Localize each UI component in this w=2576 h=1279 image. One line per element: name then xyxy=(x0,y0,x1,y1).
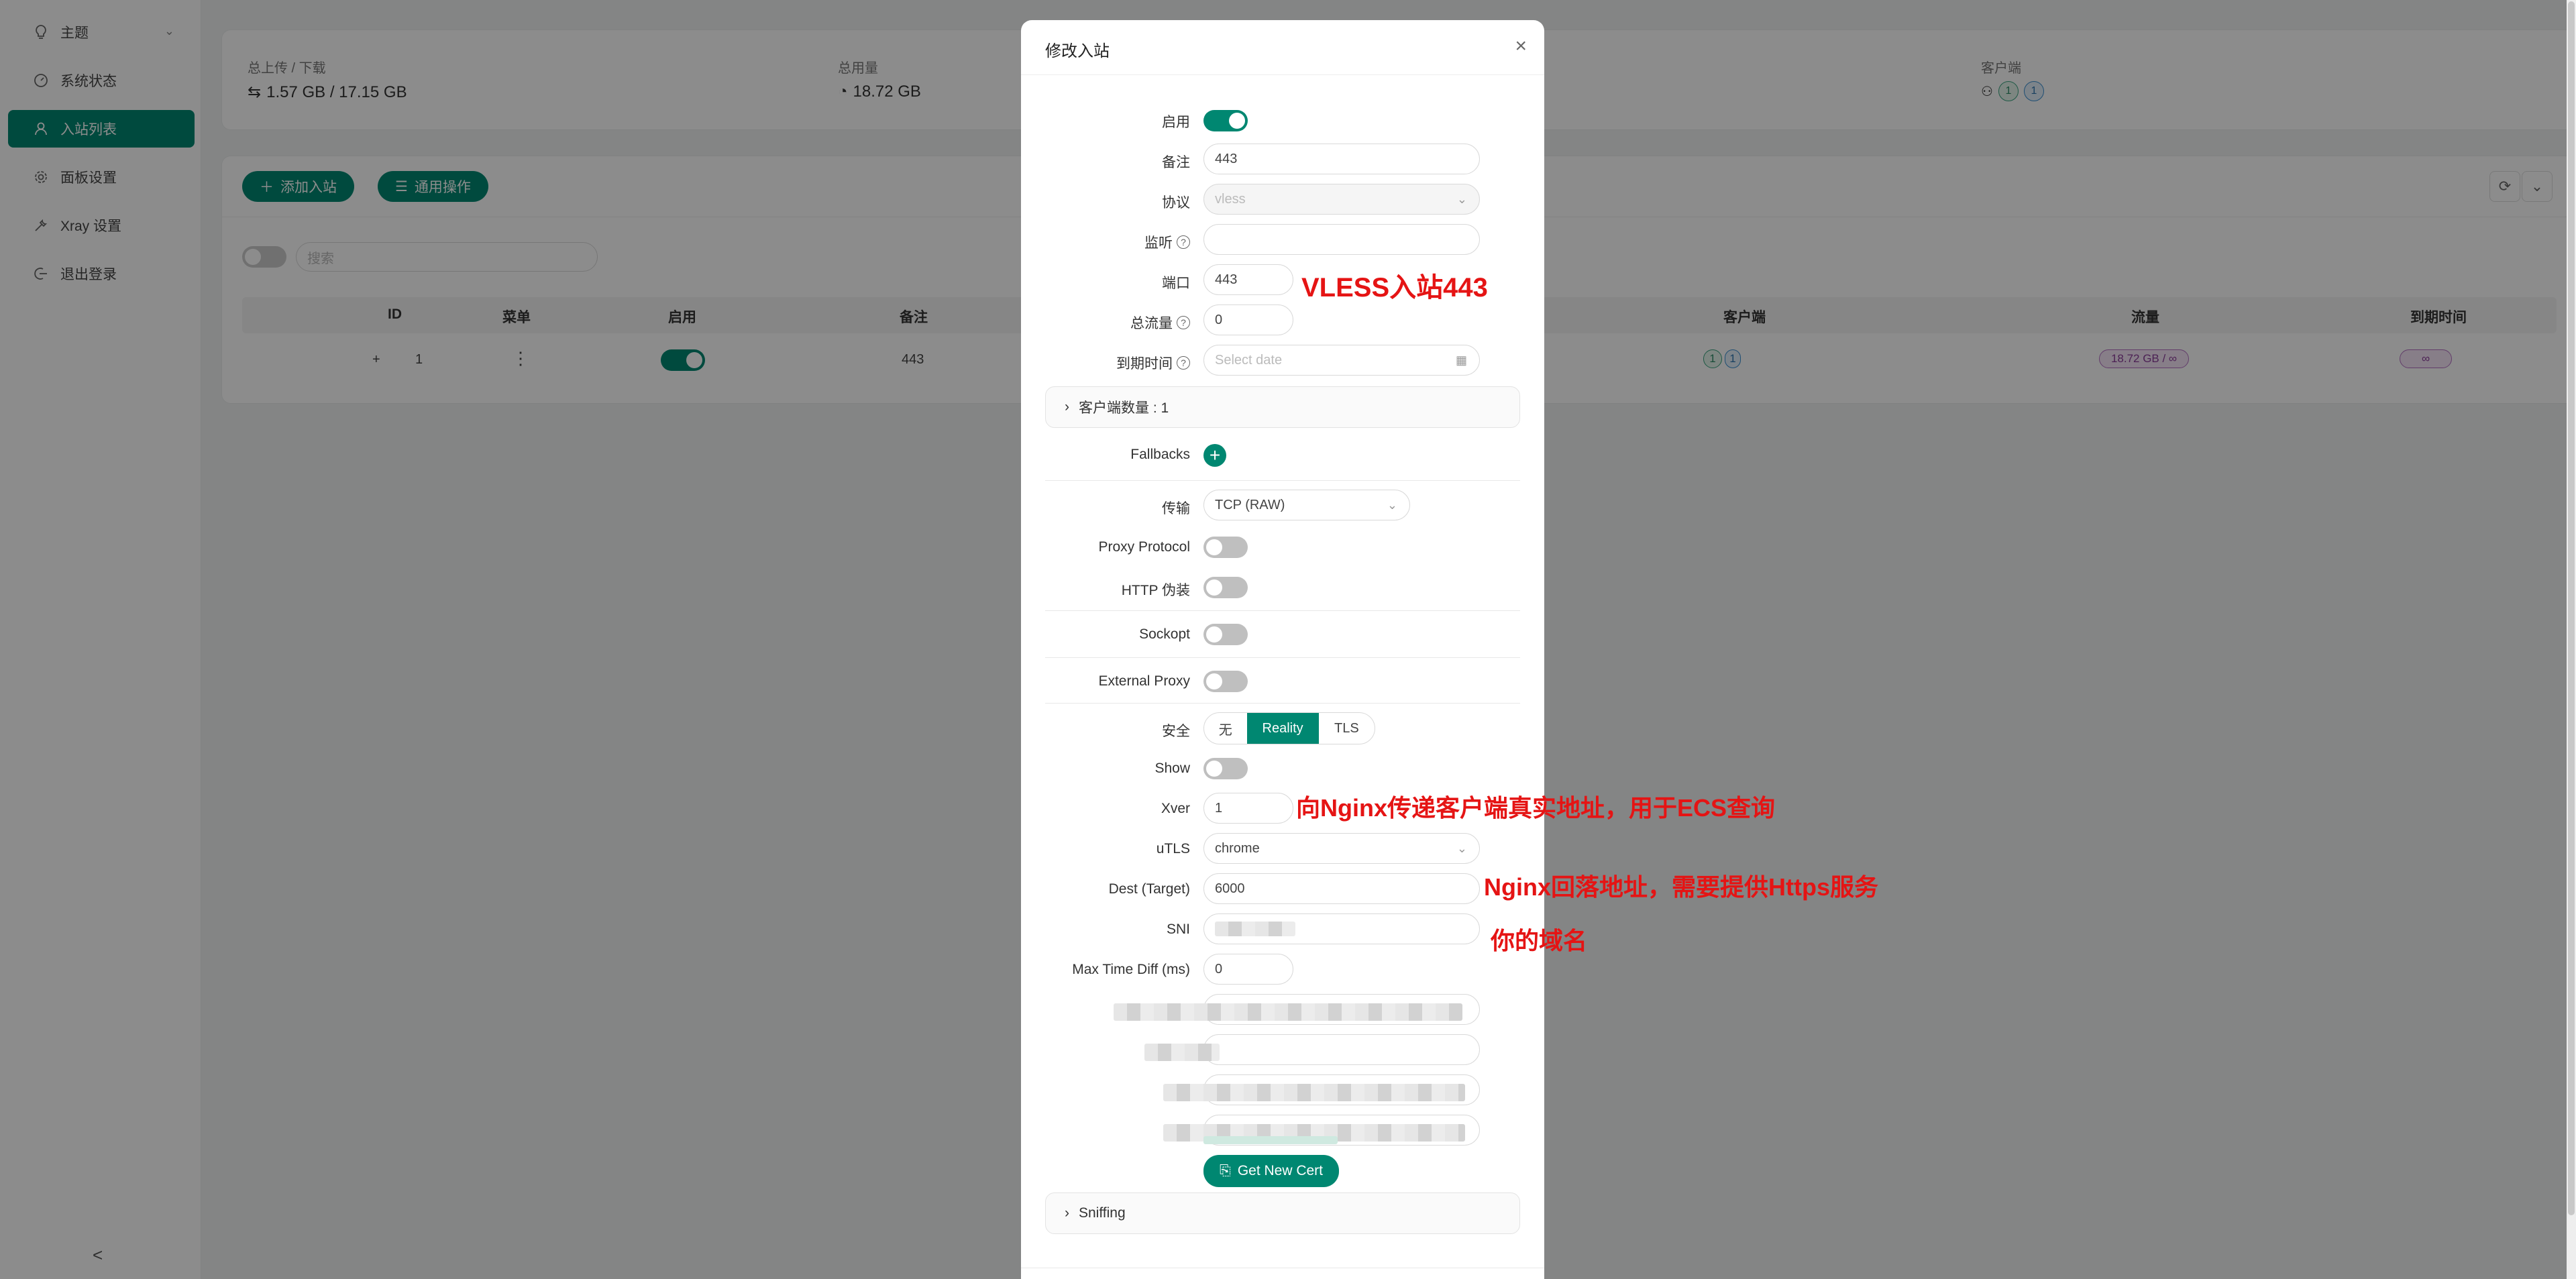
chevron-down-icon: ⌄ xyxy=(1456,192,1467,206)
xver-input[interactable]: 1 xyxy=(1203,793,1293,824)
chevron-right-icon: › xyxy=(1065,399,1069,414)
chevron-right-icon: › xyxy=(1065,1205,1069,1221)
total-traffic-label-text: 总流量 xyxy=(1130,316,1173,331)
divider xyxy=(1045,657,1520,658)
http-camouflage-label: HTTP 伪装 xyxy=(1121,583,1190,598)
enable-toggle[interactable] xyxy=(1203,110,1248,131)
page-scrollbar[interactable] xyxy=(2567,0,2576,1279)
redacted-value xyxy=(1215,922,1295,936)
port-annotation: VLESS入站443 xyxy=(1301,273,1488,302)
chevron-down-icon: ⌄ xyxy=(1456,842,1467,855)
total-traffic-label: 总流量? xyxy=(1130,313,1190,333)
sni-label: SNI xyxy=(1166,922,1190,937)
help-icon[interactable]: ? xyxy=(1177,356,1190,370)
redacted-input[interactable] xyxy=(1203,1034,1480,1065)
external-proxy-toggle[interactable] xyxy=(1203,671,1248,692)
divider xyxy=(1045,703,1520,704)
add-fallback-icon[interactable]: + xyxy=(1203,444,1226,467)
cert-icon: ⎘ xyxy=(1220,1163,1231,1178)
modal-title: 修改入站 xyxy=(1045,42,1110,60)
show-toggle[interactable] xyxy=(1203,758,1248,779)
listen-input[interactable] xyxy=(1203,224,1480,255)
clients-collapse-label: 客户端数量 : 1 xyxy=(1079,400,1169,416)
calendar-icon: ▦ xyxy=(1455,353,1467,367)
edit-inbound-modal: 修改入站 × 启用 备注 443 协议 vless ⌄ 监听? 端口 443 总流… xyxy=(1021,20,1544,1279)
utls-select[interactable]: chrome ⌄ xyxy=(1203,833,1480,864)
close-icon[interactable]: × xyxy=(1515,35,1527,58)
sniffing-label: Sniffing xyxy=(1079,1205,1126,1221)
divider xyxy=(1045,480,1520,481)
http-camouflage-toggle[interactable] xyxy=(1203,577,1248,598)
security-label: 安全 xyxy=(1162,724,1190,739)
proxy-protocol-toggle[interactable] xyxy=(1203,537,1248,558)
protocol-label: 协议 xyxy=(1162,195,1190,211)
remark-label: 备注 xyxy=(1162,155,1190,170)
proxy-protocol-label: Proxy Protocol xyxy=(1098,539,1190,555)
scrollbar-thumb[interactable] xyxy=(2568,1,2575,1215)
clients-collapse[interactable]: › 客户端数量 : 1 xyxy=(1045,386,1520,428)
expiry-label-text: 到期时间 xyxy=(1116,356,1173,372)
redacted-label xyxy=(1144,1044,1220,1061)
xver-label: Xver xyxy=(1161,801,1190,816)
redacted-highlight xyxy=(1203,1136,1338,1144)
transport-label: 传输 xyxy=(1162,501,1190,516)
expiry-label: 到期时间? xyxy=(1116,353,1190,373)
max-time-diff-label: Max Time Diff (ms) xyxy=(1072,962,1190,977)
help-icon[interactable]: ? xyxy=(1177,235,1190,249)
security-segmented-control: 无 Reality TLS xyxy=(1203,712,1375,744)
protocol-value: vless xyxy=(1215,191,1246,207)
transport-select[interactable]: TCP (RAW) ⌄ xyxy=(1203,490,1410,520)
listen-label: 监听? xyxy=(1144,232,1190,252)
security-option-reality[interactable]: Reality xyxy=(1246,713,1319,744)
divider xyxy=(1045,610,1520,611)
dest-annotation: Nginx回落地址，需要提供Https服务 xyxy=(1484,873,1878,901)
sni-annotation: 你的域名 xyxy=(1491,927,1588,954)
transport-value: TCP (RAW) xyxy=(1215,497,1285,512)
external-proxy-label: External Proxy xyxy=(1098,673,1190,689)
redacted-field xyxy=(1163,1084,1465,1101)
utls-label: uTLS xyxy=(1156,841,1190,856)
expiry-placeholder: Select date xyxy=(1215,352,1283,368)
chevron-down-icon: ⌄ xyxy=(1387,498,1397,512)
protocol-select[interactable]: vless ⌄ xyxy=(1203,184,1480,215)
enable-label: 启用 xyxy=(1162,115,1190,130)
xver-annotation: 向Nginx传递客户端真实地址，用于ECS查询 xyxy=(1296,794,1776,822)
dest-input[interactable]: 6000 xyxy=(1203,873,1480,904)
port-label: 端口 xyxy=(1162,276,1190,291)
remark-input[interactable]: 443 xyxy=(1203,144,1480,174)
get-new-cert-button[interactable]: ⎘ Get New Cert xyxy=(1203,1155,1340,1187)
utls-value: chrome xyxy=(1215,840,1260,856)
sockopt-toggle[interactable] xyxy=(1203,624,1248,645)
security-option-tls[interactable]: TLS xyxy=(1319,713,1375,744)
fallbacks-label: Fallbacks xyxy=(1130,447,1190,462)
modal-header: 修改入站 × xyxy=(1021,20,1544,75)
show-label: Show xyxy=(1155,761,1190,776)
dest-label: Dest (Target) xyxy=(1108,881,1190,897)
expiry-date-picker[interactable]: Select date ▦ xyxy=(1203,345,1480,376)
get-new-cert-label: Get New Cert xyxy=(1237,1163,1324,1178)
max-time-diff-input[interactable]: 0 xyxy=(1203,954,1293,985)
sockopt-label: Sockopt xyxy=(1139,626,1190,642)
redacted-field xyxy=(1114,1003,1462,1021)
sni-input[interactable] xyxy=(1203,913,1480,944)
total-traffic-input[interactable]: 0 xyxy=(1203,304,1293,335)
security-option-none[interactable]: 无 xyxy=(1204,713,1247,744)
listen-label-text: 监听 xyxy=(1144,235,1173,251)
sniffing-collapse[interactable]: › Sniffing xyxy=(1045,1192,1520,1234)
help-icon[interactable]: ? xyxy=(1177,316,1190,329)
port-input[interactable]: 443 xyxy=(1203,264,1293,295)
